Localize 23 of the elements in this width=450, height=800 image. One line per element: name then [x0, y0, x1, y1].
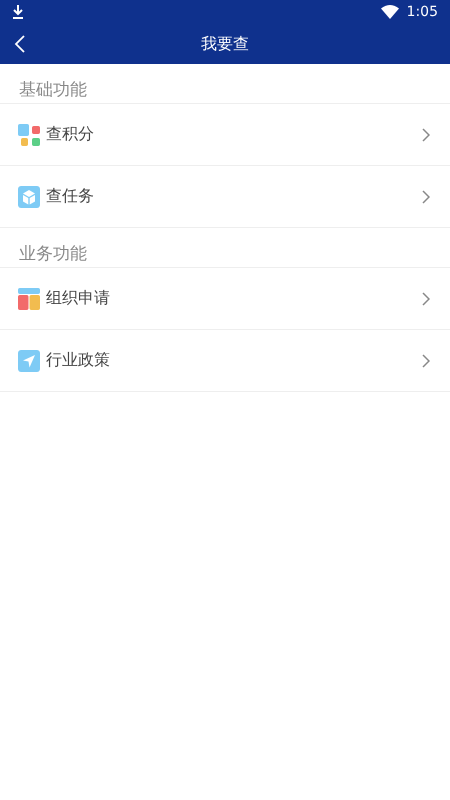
menu-item[interactable]: 查积分 [0, 104, 450, 166]
menu-label: 查任务 [46, 186, 95, 207]
wifi-icon [380, 5, 399, 19]
cube-icon [18, 186, 40, 208]
download-icon [12, 5, 24, 19]
chevron-right-icon [422, 292, 430, 306]
status-time: 1:05 [406, 4, 438, 20]
section-header: 业务功能 [0, 228, 450, 268]
chevron-right-icon [422, 128, 430, 142]
send-icon [18, 350, 40, 372]
page-title: 我要查 [201, 34, 249, 54]
menu-label: 行业政策 [46, 350, 111, 371]
chevron-right-icon [422, 190, 430, 204]
panels-icon [18, 288, 40, 310]
menu-item[interactable]: 行业政策 [0, 330, 450, 392]
blocks-icon [18, 124, 40, 146]
section-header: 基础功能 [0, 64, 450, 104]
chevron-right-icon [422, 354, 430, 368]
menu-label: 查积分 [46, 124, 95, 145]
menu-item[interactable]: 查任务 [0, 166, 450, 228]
menu-label: 组织申请 [46, 288, 111, 309]
back-icon [14, 34, 26, 54]
menu-item[interactable]: 组织申请 [0, 268, 450, 330]
